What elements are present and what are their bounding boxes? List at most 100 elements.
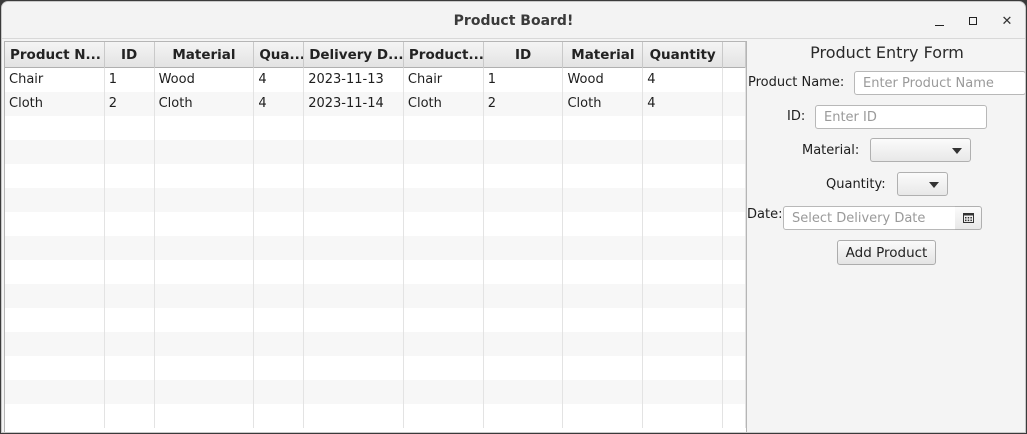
table-cell	[254, 380, 305, 404]
quantity-combobox[interactable]	[897, 172, 948, 196]
table-cell	[5, 332, 105, 356]
table-cell: Wood	[563, 68, 644, 92]
table-cell	[5, 404, 105, 428]
table-cell	[5, 140, 105, 164]
close-button[interactable]: ✕	[998, 12, 1016, 30]
table-cell	[254, 260, 305, 284]
column-header-product-name[interactable]: Product N...	[5, 42, 105, 68]
table-cell: Chair	[5, 68, 105, 92]
table-row[interactable]	[5, 260, 746, 284]
table-cell: Cloth	[563, 92, 644, 116]
table-cell	[723, 164, 746, 188]
window-title: Product Board!	[453, 13, 574, 29]
table-cell	[723, 284, 746, 308]
material-combobox[interactable]	[870, 138, 971, 162]
table-cell	[304, 212, 404, 236]
table-cell	[254, 284, 305, 308]
table-cell	[304, 332, 404, 356]
delivery-date-input[interactable]	[783, 206, 956, 230]
column-header-delivery-date[interactable]: Delivery D...	[304, 42, 404, 68]
table-cell	[643, 188, 724, 212]
table-row[interactable]	[5, 188, 746, 212]
table-cell	[643, 236, 724, 260]
table-cell	[563, 116, 644, 140]
table-cell	[723, 236, 746, 260]
table-cell	[723, 260, 746, 284]
material-label: Material:	[802, 143, 860, 158]
table-row[interactable]	[5, 356, 746, 380]
table-row[interactable]	[5, 212, 746, 236]
table-row[interactable]	[5, 140, 746, 164]
table-cell	[254, 164, 305, 188]
column-header-id[interactable]: ID	[105, 42, 155, 68]
table-cell	[643, 212, 724, 236]
table-cell	[484, 380, 564, 404]
table-cell	[723, 140, 746, 164]
table-row[interactable]	[5, 404, 746, 428]
table-row[interactable]	[5, 236, 746, 260]
table-cell	[484, 332, 564, 356]
product-table[interactable]: Product N... ID Material Qua... Delivery…	[4, 41, 747, 432]
table-cell	[5, 236, 105, 260]
table-row[interactable]	[5, 308, 746, 332]
date-label: Date:	[747, 207, 783, 222]
title-bar[interactable]: Product Board! ✕	[2, 2, 1025, 39]
table-row[interactable]: Chair 1 Wood 4 2023-11-13 Chair 1 Wood 4	[5, 68, 746, 92]
table-cell	[643, 332, 724, 356]
add-product-button[interactable]: Add Product	[837, 240, 936, 265]
table-cell	[404, 260, 484, 284]
table-cell	[563, 188, 644, 212]
maximize-button[interactable]	[964, 12, 982, 30]
table-row[interactable]	[5, 332, 746, 356]
table-cell	[484, 284, 564, 308]
table-cell	[304, 284, 404, 308]
table-cell	[155, 332, 255, 356]
minimize-button[interactable]	[930, 12, 948, 30]
table-row[interactable]	[5, 380, 746, 404]
table-cell: 4	[643, 92, 724, 116]
table-cell	[105, 140, 155, 164]
table-cell	[304, 188, 404, 212]
id-input[interactable]	[815, 105, 987, 129]
table-cell	[404, 236, 484, 260]
table-cell: 1	[105, 68, 155, 92]
table-cell: 2023-11-14	[304, 92, 404, 116]
column-header-quantity[interactable]: Qua...	[254, 42, 305, 68]
product-name-input[interactable]	[854, 71, 1025, 95]
table-cell	[643, 116, 724, 140]
table-cell	[563, 212, 644, 236]
table-cell	[723, 332, 746, 356]
column-header-quantity-2[interactable]: Quantity	[643, 42, 724, 68]
id-label: ID:	[787, 109, 806, 124]
table-row[interactable]	[5, 284, 746, 308]
table-row[interactable]: Cloth 2 Cloth 4 2023-11-14 Cloth 2 Cloth 4	[5, 92, 746, 116]
table-cell: 4	[254, 92, 305, 116]
column-header-product-2[interactable]: Product...	[404, 42, 484, 68]
column-header-id-2[interactable]: ID	[484, 42, 564, 68]
table-row[interactable]	[5, 164, 746, 188]
table-cell	[5, 188, 105, 212]
column-header-material[interactable]: Material	[155, 42, 255, 68]
table-cell	[155, 380, 255, 404]
table-cell: 1	[484, 68, 564, 92]
table-row[interactable]	[5, 116, 746, 140]
table-cell	[723, 116, 746, 140]
table-cell	[484, 308, 564, 332]
table-cell	[5, 212, 105, 236]
table-cell	[723, 404, 746, 428]
table-cell	[155, 116, 255, 140]
table-cell	[563, 404, 644, 428]
table-cell	[254, 212, 305, 236]
table-cell	[563, 284, 644, 308]
table-cell	[404, 188, 484, 212]
table-cell	[105, 164, 155, 188]
table-cell: 2	[105, 92, 155, 116]
table-cell	[484, 260, 564, 284]
table-cell	[254, 404, 305, 428]
table-cell	[155, 260, 255, 284]
table-cell	[105, 332, 155, 356]
column-header-material-2[interactable]: Material	[563, 42, 644, 68]
table-cell	[723, 68, 746, 92]
table-cell	[105, 284, 155, 308]
date-picker-button[interactable]	[955, 206, 982, 230]
